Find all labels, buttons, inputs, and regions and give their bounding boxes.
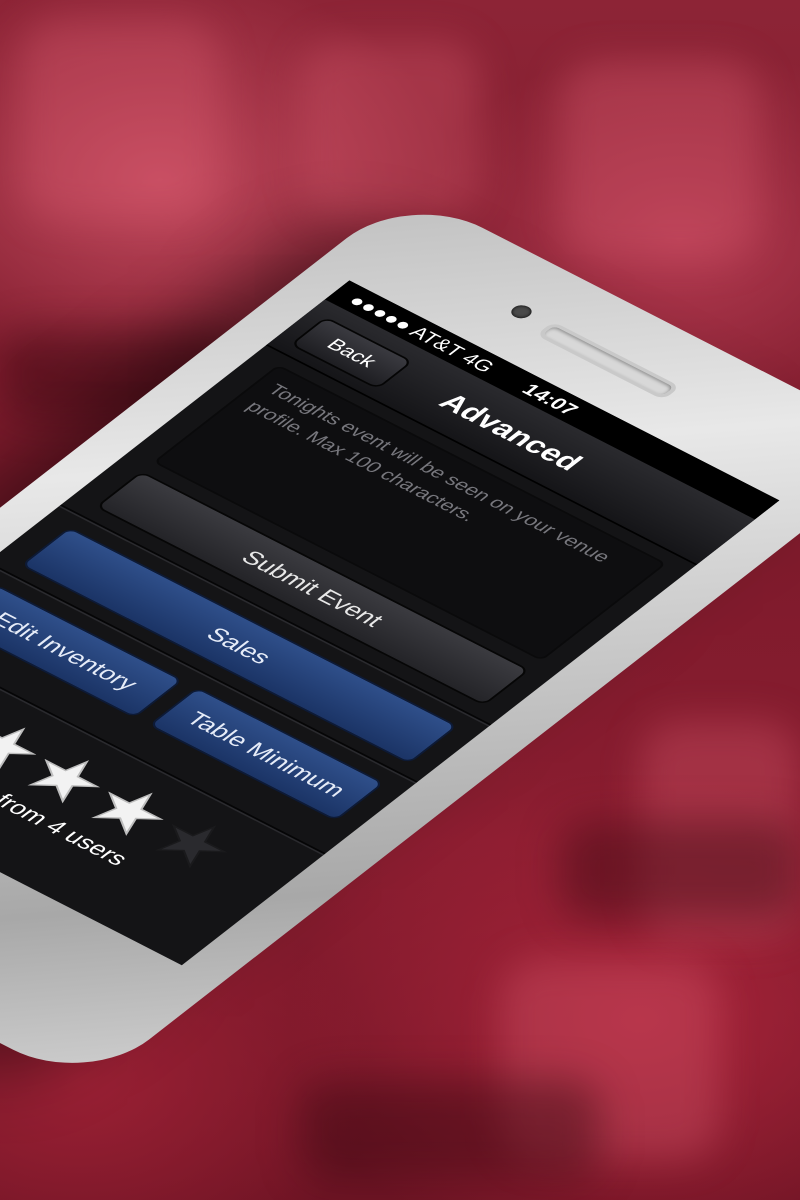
phone-body: ●●●●● AT&T 4G 14:07 Back Advanced Tonigh… [0,190,800,1088]
phone-mockup-area: ●●●●● AT&T 4G 14:07 Back Advanced Tonigh… [0,0,800,1200]
